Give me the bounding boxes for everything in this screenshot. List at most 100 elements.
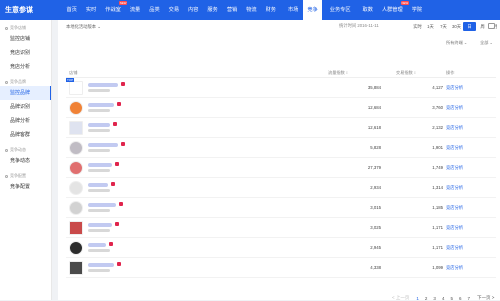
nav-item[interactable]: 首页 — [62, 0, 81, 20]
calendar-icon[interactable] — [488, 23, 495, 29]
header-flow[interactable]: 流量指数 ↕ — [328, 70, 348, 76]
analyze-link[interactable]: 竞店分析 — [446, 265, 463, 271]
shop-avatar[interactable] — [69, 161, 83, 175]
table-row[interactable]: 12,684 3,760 竞店分析 — [66, 98, 496, 118]
scope-filter[interactable]: 全部 ⌄ — [480, 40, 493, 46]
shop-name-blurred[interactable] — [88, 263, 114, 267]
analyze-link[interactable]: 竞店分析 — [446, 185, 463, 191]
range-tab[interactable]: 1天 — [424, 22, 437, 31]
nav-item[interactable]: 服务 — [203, 0, 222, 20]
shop-name-blurred[interactable] — [88, 183, 108, 187]
sidebar-item[interactable]: 竞争配置 — [0, 180, 51, 194]
analyze-link[interactable]: 竞店分析 — [446, 205, 463, 211]
shop-avatar[interactable] — [69, 261, 83, 275]
table-row[interactable]: 2,945 1,171 竞店分析 — [66, 238, 496, 258]
flow-index: 12,684 — [367, 105, 381, 110]
nav-item[interactable]: 学院 — [407, 0, 426, 20]
shop-name-blurred[interactable] — [88, 103, 114, 107]
nav-item[interactable]: 实时 — [81, 0, 100, 20]
nav-item[interactable]: 人群管理 NEW — [377, 0, 410, 20]
table-row[interactable]: TOP 35,884 4,127 竞店分析 — [66, 78, 496, 98]
flow-index: 2,945 — [370, 245, 381, 250]
range-tab[interactable]: 实时 — [411, 22, 424, 31]
shop-subtitle-blurred — [88, 249, 110, 252]
shop-badge-icon — [121, 82, 125, 86]
shop-avatar[interactable] — [69, 221, 83, 235]
table-row[interactable]: 3,015 1,185 竞店分析 — [66, 198, 496, 218]
sidebar-group-title: 竞争店铺 — [0, 24, 51, 32]
analyze-link[interactable]: 竞店分析 — [446, 85, 463, 91]
nav-item[interactable]: 内容 — [184, 0, 203, 20]
sales-index: 1,901 — [432, 145, 443, 150]
flow-index: 35,884 — [367, 85, 381, 90]
table-row[interactable]: 3,025 1,171 竞店分析 — [66, 218, 496, 238]
shop-name-blurred[interactable] — [88, 83, 118, 87]
shop-name-blurred[interactable] — [88, 223, 112, 227]
nav-item[interactable]: 竞争 — [302, 0, 323, 20]
shop-subtitle-blurred — [88, 89, 110, 92]
sidebar-item[interactable]: 监控店铺 — [0, 32, 51, 46]
shop-avatar[interactable] — [69, 81, 83, 95]
table-row[interactable]: 4,338 1,099 竞店分析 — [66, 258, 496, 278]
analyze-link[interactable]: 竞店分析 — [446, 125, 463, 131]
range-tab[interactable]: 30天 — [450, 22, 463, 31]
nav-item[interactable]: 物流 — [242, 0, 261, 20]
shop-subtitle-blurred — [88, 169, 110, 172]
shop-badge-icon — [113, 122, 117, 126]
shop-subtitle-blurred — [88, 209, 110, 212]
header-shop: 店铺 — [69, 70, 78, 75]
nav-item[interactable]: 流量 — [125, 0, 144, 20]
table-row[interactable]: 2,934 1,314 竞店分析 — [66, 178, 496, 198]
sidebar-item[interactable]: 竞店识别 — [0, 46, 51, 60]
sales-index: 1,185 — [432, 205, 443, 210]
shop-avatar[interactable] — [69, 121, 83, 135]
shop-avatar[interactable] — [69, 101, 83, 115]
shop-avatar[interactable] — [69, 201, 83, 215]
nav-item[interactable]: 作战室 NEW — [101, 0, 128, 20]
header-sales[interactable]: 交易指数 ↕ — [396, 70, 416, 76]
group-icon — [5, 80, 8, 84]
shop-name-blurred[interactable] — [88, 243, 106, 247]
nav-item[interactable]: 业务专区 — [325, 0, 355, 20]
shop-subtitle-blurred — [88, 229, 110, 232]
terminal-filter[interactable]: 所有终端 ⌄ — [446, 40, 467, 46]
filters: 所有终端 ⌄ 全部 ⌄ — [58, 38, 500, 48]
range-tab[interactable]: 日 — [463, 22, 476, 31]
table-row[interactable]: 5,828 1,901 竞店分析 — [66, 138, 496, 158]
range-tab[interactable]: 7天 — [437, 22, 450, 31]
header-action: 操作 — [446, 70, 455, 75]
nav-item[interactable]: 交易 — [164, 0, 183, 20]
shop-avatar[interactable] — [69, 241, 83, 255]
nav-item[interactable]: 品类 — [145, 0, 164, 20]
table-row[interactable]: 27,379 1,749 竞店分析 — [66, 158, 496, 178]
prev-page-button[interactable]: < 上一页 — [392, 295, 409, 301]
analyze-link[interactable]: 竞店分析 — [446, 245, 463, 251]
sidebar-item[interactable]: 竞店分析 — [0, 60, 51, 74]
shop-name-blurred[interactable] — [88, 123, 110, 127]
analyze-link[interactable]: 竞店分析 — [446, 145, 463, 151]
shop-name-blurred[interactable] — [88, 203, 116, 207]
shop-badge-icon — [111, 182, 115, 186]
sidebar-item[interactable]: 品牌客群 — [0, 128, 51, 142]
analyze-link[interactable]: 竞店分析 — [446, 105, 463, 111]
shop-name-blurred[interactable] — [88, 163, 112, 167]
shop-name-blurred[interactable] — [88, 143, 118, 147]
nav-item[interactable]: 财务 — [261, 0, 280, 20]
table-row[interactable]: 12,618 2,132 竞店分析 — [66, 118, 496, 138]
nav-item[interactable]: 取数 — [358, 0, 377, 20]
analyze-link[interactable]: 竞店分析 — [446, 165, 463, 171]
brand-logo[interactable]: 生意参谋 — [0, 5, 62, 15]
flow-index: 3,025 — [370, 225, 381, 230]
version-selector[interactable]: 本地化活动版本 ⌄ — [66, 24, 101, 30]
sidebar-item[interactable]: 品牌分析 — [0, 114, 51, 128]
shop-avatar[interactable] — [69, 181, 83, 195]
analyze-link[interactable]: 竞店分析 — [446, 225, 463, 231]
next-page-button[interactable]: 下一页 > — [477, 295, 494, 301]
sidebar-item[interactable]: 品牌识别 — [0, 100, 51, 114]
nav-item[interactable]: 营销 — [222, 0, 241, 20]
shop-avatar[interactable] — [69, 141, 83, 155]
main-panel: 本地化活动版本 ⌄ 统计时间 2016-11-11 实时 1天 7天 30天日周月 所… — [58, 20, 500, 301]
sidebar-item[interactable]: 竞争动态 — [0, 154, 51, 168]
sidebar-item[interactable]: 监控品牌 — [0, 86, 51, 100]
nav-item[interactable]: 市场 — [283, 0, 302, 20]
